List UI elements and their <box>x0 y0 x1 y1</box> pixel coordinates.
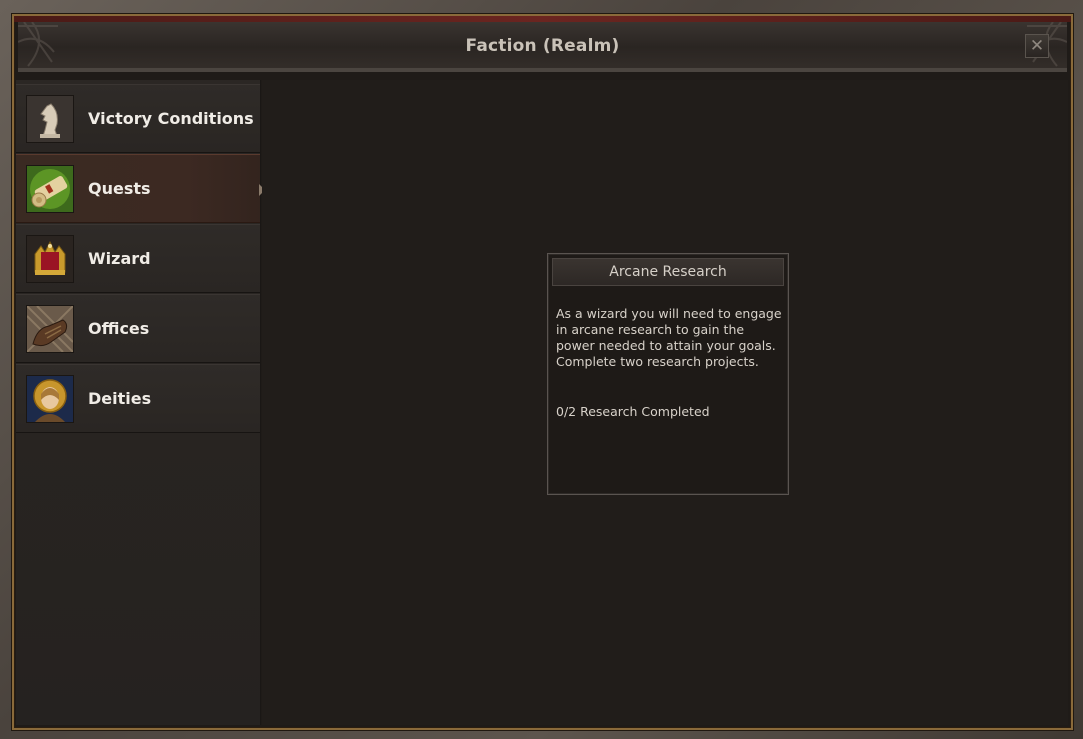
faction-window: Faction (Realm) ✕ Victory Conditions Que… <box>0 0 1083 739</box>
sidebar-item-label: Victory Conditions <box>88 109 254 128</box>
sidebar-item-wizard[interactable]: Wizard <box>16 224 260 293</box>
close-button[interactable]: ✕ <box>1025 34 1049 58</box>
sidebar-item-label: Offices <box>88 319 150 338</box>
quest-description: As a wizard you will need to engage in a… <box>556 306 782 369</box>
quest-card: Arcane Research As a wizard you will nee… <box>547 253 789 495</box>
scroll-icon <box>26 165 74 213</box>
sidebar-item-label: Deities <box>88 389 152 408</box>
window-title: Faction (Realm) <box>465 36 620 56</box>
sidebar-item-deities[interactable]: Deities <box>16 364 260 433</box>
sidebar: Victory Conditions Quests Wizard Offices… <box>16 80 265 725</box>
knight-chess-icon <box>26 95 74 143</box>
quest-card-header: Arcane Research <box>552 258 784 286</box>
sidebar-item-quests[interactable]: Quests <box>16 154 265 223</box>
close-icon: ✕ <box>1029 36 1045 56</box>
sidebar-item-label: Wizard <box>88 249 151 268</box>
quest-progress: 0/2 Research Completed <box>556 404 710 419</box>
saint-portrait-icon <box>26 375 74 423</box>
quest-title: Arcane Research <box>609 264 727 280</box>
quests-content-panel: Arcane Research As a wizard you will nee… <box>262 80 1068 725</box>
title-bar: Faction (Realm) ✕ <box>18 22 1067 72</box>
sidebar-item-victory-conditions[interactable]: Victory Conditions <box>16 84 260 153</box>
crown-icon <box>26 235 74 283</box>
sidebar-item-label: Quests <box>88 179 151 198</box>
gauntlet-icon <box>26 305 74 353</box>
sidebar-item-offices[interactable]: Offices <box>16 294 260 363</box>
